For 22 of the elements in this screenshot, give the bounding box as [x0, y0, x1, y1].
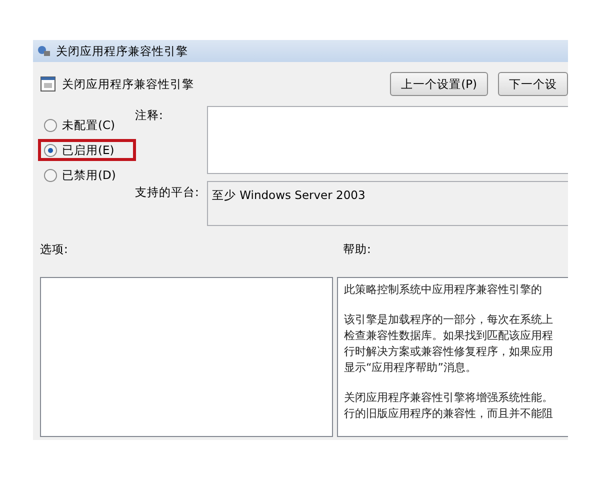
help-label: 帮助: [343, 242, 372, 257]
radio-option[interactable]: 未配置(C) [38, 114, 136, 136]
help-text: 检查兼容性数据库。如果找到匹配该应用程 [344, 328, 554, 344]
policy-name: 关闭应用程序兼容性引擎 [62, 76, 194, 92]
platform-field: 至少 Windows Server 2003 [207, 181, 568, 226]
nav-button[interactable]: 上一个设置(P) [390, 72, 488, 96]
help-text: 该引擎是加载程序的一部分，每次在系统上 [344, 312, 554, 328]
radio-option[interactable]: 已启用(E) [38, 139, 136, 161]
help-text: 行的旧版应用程序的兼容性，而且并不能阻 [344, 406, 554, 422]
comment-field[interactable] [207, 106, 568, 174]
help-text: 关闭应用程序兼容性引擎将增强系统性能。 [344, 390, 554, 406]
settings-icon [40, 76, 56, 92]
platform-label: 支持的平台: [135, 185, 200, 200]
help-text: 行时解决方案或兼容性修复程序，如果应用 [344, 344, 554, 360]
comment-label: 注释: [135, 108, 164, 123]
help-text: 显示“应用程序帮助”消息。 [344, 360, 478, 376]
window-title: 关闭应用程序兼容性引擎 [56, 44, 188, 58]
options-label: 选项: [40, 242, 69, 257]
nav-button[interactable]: 下一个设 [498, 72, 568, 96]
policy-icon [37, 44, 51, 58]
help-text: 此策略控制系统中应用程序兼容性引擎的 [344, 282, 543, 298]
radio-option[interactable]: 已禁用(D) [38, 164, 136, 186]
